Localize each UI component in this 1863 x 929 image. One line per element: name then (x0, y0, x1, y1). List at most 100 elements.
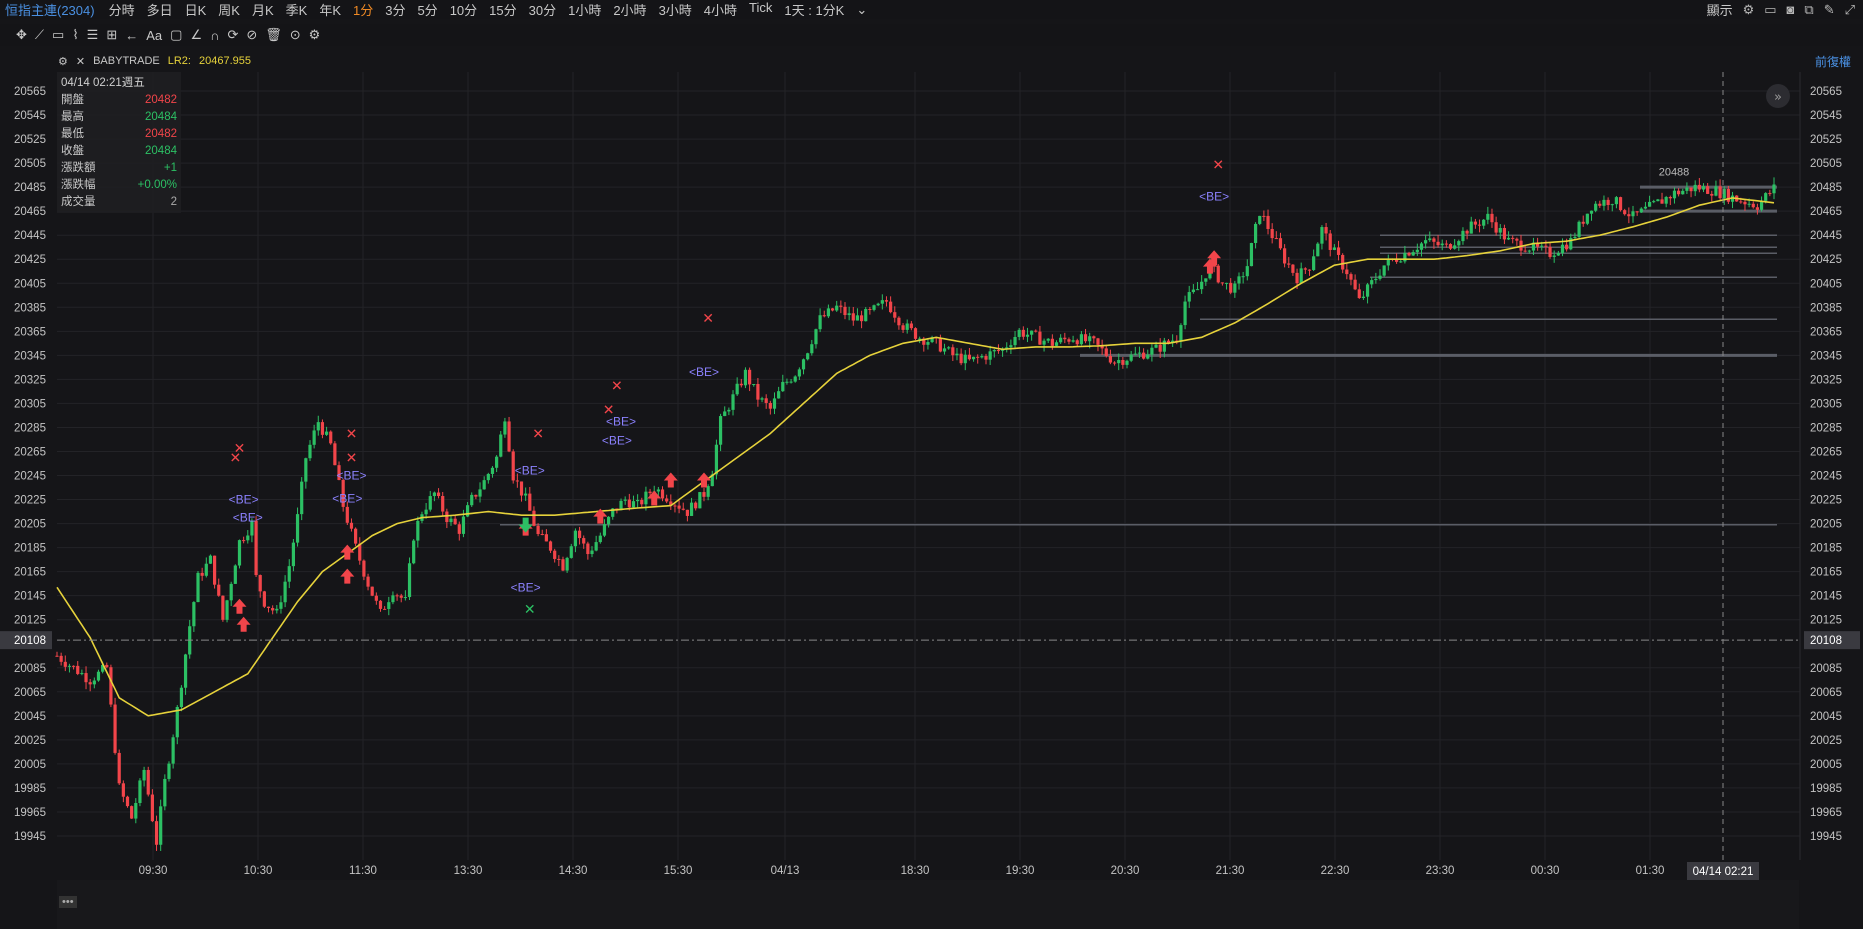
candle-body (399, 595, 403, 598)
indicator-settings-icon[interactable]: ⚙ (58, 55, 68, 68)
candle-body (822, 315, 826, 317)
timeframe-7[interactable]: 1分 (347, 0, 379, 19)
indicator-source[interactable]: BABYTRADE (93, 55, 160, 67)
close-icon[interactable]: ✕ (76, 55, 85, 68)
measure-tool-icon[interactable]: ⊞ (106, 27, 117, 43)
candle-body (183, 654, 188, 688)
y-tick-label-left: 20205 (14, 519, 46, 531)
y-tick-label-left: 20185 (14, 543, 46, 555)
magnet-icon[interactable]: ∩ (210, 28, 219, 43)
pen-icon[interactable]: ✎ (1824, 2, 1835, 18)
line-tool-icon[interactable]: ⟋ (35, 27, 44, 43)
timeframe-10[interactable]: 10分 (444, 0, 483, 19)
candle-body (1440, 243, 1444, 246)
candle-body (1415, 249, 1419, 253)
timeframe-12[interactable]: 30分 (523, 0, 562, 19)
timeframe-17[interactable]: Tick (743, 0, 778, 19)
timeframe-1[interactable]: 多日 (141, 0, 179, 19)
symbol-title[interactable]: 恒指主連(2304) (0, 0, 103, 19)
fullscreen-icon[interactable]: ⤢ (1845, 2, 1855, 18)
candle-body (718, 416, 723, 445)
display-button[interactable]: 顯示 (1707, 0, 1733, 19)
timeframe-2[interactable]: 日K (179, 0, 213, 19)
y-tick-label-right: 20545 (1810, 110, 1842, 122)
candle-body (553, 550, 557, 559)
candle-body (1079, 334, 1083, 345)
indicator-value: 20467.955 (198, 55, 251, 67)
text-tool-icon[interactable]: Aa (146, 28, 162, 43)
hide-icon[interactable]: ⊘ (246, 27, 257, 43)
candle-body (1117, 359, 1121, 364)
timeframe-0[interactable]: 分時 (103, 0, 141, 19)
candle-body (714, 444, 719, 475)
candle-body (1764, 193, 1768, 201)
timeframe-13[interactable]: 1小時 (562, 0, 607, 19)
adjust-label[interactable]: 前復權 (1815, 53, 1851, 70)
timeframe-9[interactable]: 5分 (411, 0, 443, 19)
link-icon[interactable]: ⧉ (1804, 2, 1813, 18)
candle-body (1548, 246, 1552, 257)
candle-body (63, 661, 67, 667)
y-tick-label-right: 20205 (1810, 519, 1842, 531)
candle-body (677, 505, 681, 509)
toggle-icon[interactable]: ⊙ (290, 27, 301, 43)
candle-body (781, 381, 785, 392)
candle-body (275, 608, 279, 611)
candle-body (1187, 292, 1191, 302)
candle-body (727, 409, 731, 412)
candle-body (1718, 186, 1722, 199)
timeframe-8[interactable]: 3分 (379, 0, 411, 19)
candle-body (1054, 342, 1059, 346)
timeframe-4[interactable]: 月K (246, 0, 280, 19)
gear-icon[interactable]: ⚙ (309, 27, 321, 43)
sync-icon[interactable]: ⟳ (227, 27, 238, 43)
x-tick-label: 22:30 (1321, 865, 1350, 877)
buy-arrow-up-icon (236, 616, 251, 632)
candle-body (1278, 238, 1283, 249)
candle-body (1759, 200, 1764, 210)
timeframe-3[interactable]: 周K (212, 0, 246, 19)
candle-body (569, 546, 573, 558)
candle-body (329, 431, 333, 444)
settings-icon[interactable]: ⚙ (1743, 2, 1755, 18)
timeframe-14[interactable]: 2小時 (607, 0, 652, 19)
candle-body (1158, 344, 1162, 352)
fibonacci-tool-icon[interactable]: ☰ (87, 27, 99, 43)
ruler-icon[interactable]: ∠ (190, 27, 202, 43)
arrow-tool-icon[interactable]: ← (125, 28, 138, 43)
polyline-tool-icon[interactable]: ⌇ (72, 27, 78, 43)
navigator-bar[interactable]: ••• (57, 880, 1799, 929)
y-tick-label-right: 20565 (1810, 86, 1842, 98)
candle-body (602, 524, 607, 536)
signal-markers: ✕✕✕✕ ✕✕✕✕✕✕<BE><BE><BE><BE><BE><BE><BE><B… (229, 157, 1229, 632)
price-chart[interactable]: ✕✕✕✕ ✕✕✕✕✕✕<BE><BE><BE><BE><BE><BE><BE><B… (0, 0, 1863, 929)
timeframe-6[interactable]: 年K (313, 0, 347, 19)
period-select[interactable]: 1天 : 1分K (778, 0, 850, 19)
timeframe-5[interactable]: 季K (280, 0, 314, 19)
y-tick-label-left: 20505 (14, 158, 46, 170)
chevron-down-icon[interactable]: ⌄ (850, 2, 873, 18)
candle-body (92, 680, 96, 685)
move-icon[interactable]: ✥ (16, 27, 27, 43)
candle-body (1332, 247, 1336, 250)
exit-x-icon: ✕ (234, 441, 246, 457)
layout-icon[interactable]: ▭ (1764, 2, 1776, 18)
trash-icon[interactable]: 🗑 (265, 27, 282, 43)
rectangle-tool-icon[interactable]: ▭ (52, 27, 64, 43)
y-tick-label-right: 20045 (1810, 711, 1842, 723)
candle-body (1059, 337, 1063, 343)
navigator-menu[interactable]: ••• (59, 896, 77, 908)
candle-body (312, 430, 316, 445)
candle-body (1639, 208, 1643, 213)
candle-body (577, 530, 582, 539)
timeframe-15[interactable]: 3小時 (653, 0, 698, 19)
candle-body (1660, 199, 1664, 204)
candle-body (428, 496, 432, 510)
timeframe-16[interactable]: 4小時 (698, 0, 743, 19)
exit-x-icon: ✕ (346, 426, 358, 442)
timeframe-11[interactable]: 15分 (483, 0, 522, 19)
y-tick-label-left: 20365 (14, 326, 46, 338)
candle-body (416, 520, 420, 541)
note-tool-icon[interactable]: ▢ (170, 27, 182, 43)
camera-icon[interactable]: ◙ (1787, 2, 1795, 17)
